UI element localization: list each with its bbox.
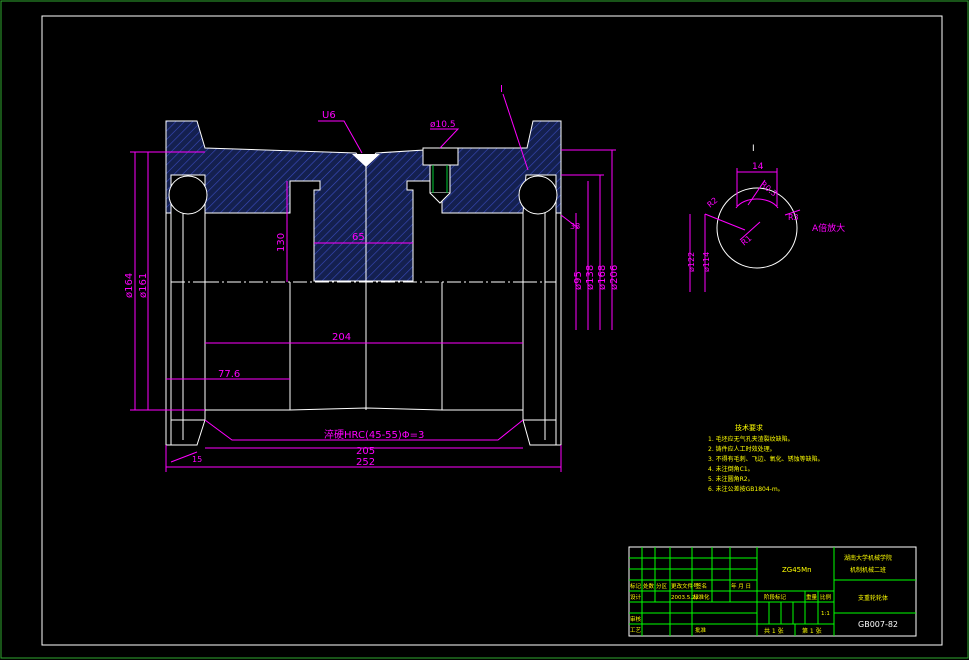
dim-d138: ø138 <box>585 265 596 290</box>
dim-d95: ø95 <box>573 271 584 290</box>
right-flange-outline <box>522 213 562 446</box>
note-line: 6. 未注公差按GB1804-m。 <box>708 485 784 493</box>
tb-material: ZG45Mn <box>782 566 812 574</box>
main-section-view <box>165 120 562 446</box>
note-line: 5. 未注圆角R2。 <box>708 475 754 483</box>
note-line: 1. 毛坯应无气孔夹渣裂纹缺陷。 <box>708 435 794 443</box>
tb-check-label: 审核 <box>630 615 642 623</box>
dim-205: 205 <box>356 446 375 457</box>
detail-dim-r2: R2 <box>706 196 720 210</box>
tb-scale: 1:1 <box>821 611 830 617</box>
detail-scale-note: A倍放大 <box>812 222 845 234</box>
tb-sign-label: 签名 <box>696 582 707 590</box>
notes-title: 技术要求 <box>735 423 763 432</box>
tb-ymd-label: 年 月 日 <box>731 582 751 590</box>
detail-dim-r3: R3 <box>788 213 799 222</box>
detail-dim-d122: ø122 <box>687 252 696 272</box>
outer-border <box>0 0 969 659</box>
detail-ref-label: I <box>500 84 503 95</box>
detail-dim-r03: R0.3 <box>759 180 779 199</box>
dim-77-6: 77.6 <box>218 369 240 380</box>
dim-d206: ø206 <box>609 265 620 290</box>
tb-count-label: 处数 <box>643 582 655 590</box>
tb-mark-label: 标记 <box>630 582 642 590</box>
dim-38: 38 <box>570 222 580 231</box>
dim-130: 130 <box>276 233 287 252</box>
dim-65: 65 <box>352 232 365 243</box>
section-hatch-area <box>165 120 562 282</box>
tb-school: 湖南大学机械学院 <box>844 554 892 562</box>
right-bore-circle <box>518 175 558 215</box>
tb-standard-label: 标准化 <box>693 593 710 601</box>
tb-sheet-total: 共 1 张 <box>764 627 784 635</box>
detail-dim-d114: ø114 <box>702 252 711 272</box>
tb-class: 机制机械二班 <box>850 566 886 574</box>
tb-process-label: 工艺 <box>630 627 642 634</box>
tb-change-label: 更改文件号 <box>671 582 699 590</box>
detail-label: I <box>752 144 755 154</box>
tb-designer-label: 设计 <box>630 593 642 601</box>
tb-weight-label: 重量 <box>806 593 818 601</box>
bolt-head <box>422 147 459 166</box>
detail-dim-14: 14 <box>752 162 764 172</box>
tb-scale-label: 比例 <box>820 593 832 601</box>
technical-notes: 技术要求 1. 毛坯应无气孔夹渣裂纹缺陷。 2. 铸件应人工时效处理。 3. 不… <box>708 423 824 493</box>
detail-circle <box>716 187 798 269</box>
tb-zone-label: 分区 <box>656 582 668 590</box>
detail-view <box>689 168 801 292</box>
tb-stage-label: 阶段标记 <box>764 593 787 601</box>
left-bore-circle <box>168 175 208 215</box>
note-line: 2. 铸件应人工时效处理。 <box>708 445 776 453</box>
detail-dim-r1: R1 <box>740 234 754 248</box>
hardness-note: 淬硬HRC(45-55)Φ=3 <box>324 428 424 441</box>
dim-204: 204 <box>332 332 351 343</box>
surface-mark-label: U6 <box>322 110 336 121</box>
dim-d161: ø161 <box>138 273 149 298</box>
dim-15: 15 <box>192 455 202 464</box>
note-line: 3. 不得有毛刺、飞边、氧化、锈蚀等缺陷。 <box>708 455 824 463</box>
dim-d164: ø164 <box>124 273 135 298</box>
tb-sheet-no: 第 1 张 <box>802 627 822 635</box>
tb-part-name: 支重轮轮体 <box>858 594 888 602</box>
note-line: 4. 未注倒角C1。 <box>708 465 754 473</box>
dim-252: 252 <box>356 457 375 468</box>
tb-drawing-no: GB007-82 <box>858 620 898 629</box>
tb-approve-label: 批准 <box>695 626 707 634</box>
cad-drawing: U6 I ø10.5 130 65 204 77.6 205 252 15 38… <box>0 0 969 659</box>
dim-d168: ø168 <box>597 265 608 290</box>
inner-border <box>41 15 943 646</box>
hole-dim-label: ø10.5 <box>430 120 456 130</box>
